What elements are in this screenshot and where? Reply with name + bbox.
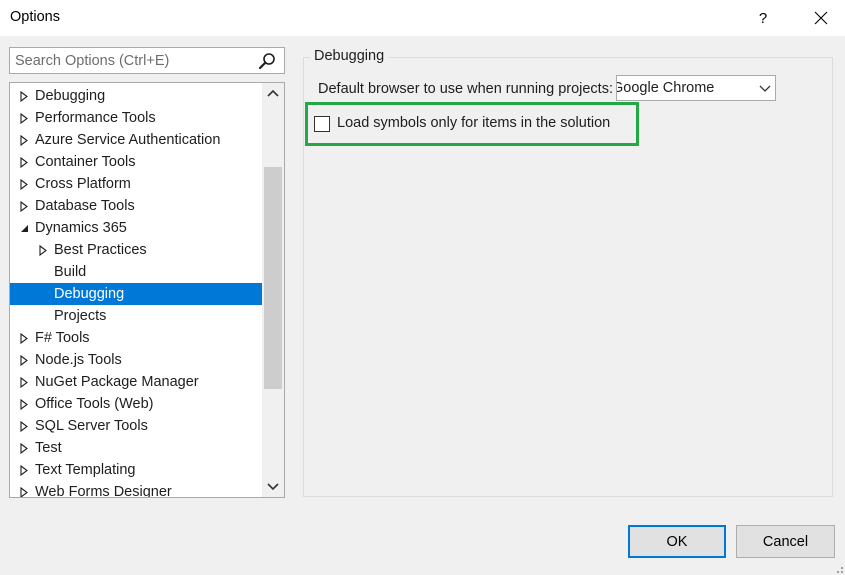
close-button[interactable] xyxy=(796,0,845,36)
scroll-down-button[interactable] xyxy=(262,477,284,497)
tree-item-label: Test xyxy=(35,440,62,456)
chevron-down-icon xyxy=(759,85,771,92)
search-input[interactable] xyxy=(10,48,254,73)
tree-item[interactable]: SQL Server Tools xyxy=(10,415,263,437)
tree-item[interactable]: Node.js Tools xyxy=(10,349,263,371)
tree-list: Debugging Performance Tools Azure Service … xyxy=(10,85,263,498)
tree-item[interactable]: Container Tools xyxy=(10,151,263,173)
tree-item-label: NuGet Package Manager xyxy=(35,374,199,390)
tree-item[interactable]: Web Forms Designer xyxy=(10,481,263,498)
window-title: Options xyxy=(10,9,60,25)
tree-item[interactable]: NuGet Package Manager xyxy=(10,371,263,393)
collapsed-arrow-icon[interactable] xyxy=(18,151,30,173)
collapsed-arrow-icon[interactable] xyxy=(18,415,30,437)
tree-item-label: Performance Tools xyxy=(35,110,156,126)
tree-item[interactable]: Office Tools (Web) xyxy=(10,393,263,415)
chevron-down-icon xyxy=(267,483,279,491)
default-browser-label: Default browser to use when running proj… xyxy=(318,81,613,97)
resize-grip-icon[interactable] xyxy=(832,562,844,574)
tree-item-label: Dynamics 365 xyxy=(35,220,127,236)
tree-item-label: Projects xyxy=(54,308,107,324)
tree-item-label: Node.js Tools xyxy=(35,352,122,368)
tree-item[interactable]: Best Practices xyxy=(10,239,263,261)
collapsed-arrow-icon[interactable] xyxy=(18,107,30,129)
tree-item-label: Office Tools (Web) xyxy=(35,396,154,412)
chevron-up-icon xyxy=(267,89,279,97)
load-symbols-checkbox[interactable] xyxy=(314,116,330,132)
collapsed-arrow-icon[interactable] xyxy=(18,371,30,393)
help-button[interactable]: ? xyxy=(740,0,786,36)
collapsed-arrow-icon[interactable] xyxy=(18,459,30,481)
tree-item-label: Debugging xyxy=(54,286,125,302)
expanded-arrow-icon[interactable] xyxy=(18,217,30,239)
tree-item[interactable]: Debugging xyxy=(10,283,263,305)
options-tree: Debugging Performance Tools Azure Service … xyxy=(9,82,285,498)
search-icon[interactable] xyxy=(254,49,280,73)
collapsed-arrow-icon[interactable] xyxy=(18,195,30,217)
tree-item-label: Debugging xyxy=(35,88,106,104)
tree-item-label: Web Forms Designer xyxy=(35,484,172,498)
tree-item-label: SQL Server Tools xyxy=(35,418,148,434)
tree-item-label: Best Practices xyxy=(54,242,147,258)
collapsed-arrow-icon[interactable] xyxy=(18,173,30,195)
collapsed-arrow-icon[interactable] xyxy=(18,327,30,349)
tree-item-label: F# Tools xyxy=(35,330,90,346)
tree-item[interactable]: Database Tools xyxy=(10,195,263,217)
close-icon xyxy=(814,11,827,25)
ok-button[interactable]: OK xyxy=(628,525,726,558)
cancel-button[interactable]: Cancel xyxy=(736,525,835,558)
tree-item[interactable]: F# Tools xyxy=(10,327,263,349)
collapsed-arrow-icon[interactable] xyxy=(18,437,30,459)
tree-item[interactable]: Build xyxy=(10,261,263,283)
tree-item-label: Text Templating xyxy=(35,462,136,478)
tree-scrollbar[interactable] xyxy=(262,83,284,497)
tree-item[interactable]: Azure Service Authentication xyxy=(10,129,263,151)
tree-item[interactable]: Dynamics 365 xyxy=(10,217,263,239)
collapsed-arrow-icon[interactable] xyxy=(18,85,30,107)
tree-item-label: Container Tools xyxy=(35,154,136,170)
tree-item-label: Azure Service Authentication xyxy=(35,132,221,148)
tree-item-label: Build xyxy=(54,264,87,280)
load-symbols-label[interactable]: Load symbols only for items in the solut… xyxy=(337,115,610,131)
tree-item[interactable]: Debugging xyxy=(10,85,263,107)
default-browser-value: Google Chrome xyxy=(616,80,715,96)
collapsed-arrow-icon[interactable] xyxy=(18,129,30,151)
title-bar: Options ? xyxy=(0,0,845,36)
collapsed-arrow-icon[interactable] xyxy=(18,393,30,415)
tree-item[interactable]: Text Templating xyxy=(10,459,263,481)
collapsed-arrow-icon[interactable] xyxy=(37,239,49,261)
tree-item[interactable]: Performance Tools xyxy=(10,107,263,129)
tree-item[interactable]: Cross Platform xyxy=(10,173,263,195)
tree-item[interactable]: Projects xyxy=(10,305,263,327)
tree-item-label: Database Tools xyxy=(35,198,135,214)
collapsed-arrow-icon[interactable] xyxy=(18,481,30,497)
collapsed-arrow-icon[interactable] xyxy=(18,349,30,371)
scroll-up-button[interactable] xyxy=(262,83,284,103)
tree-item[interactable]: Test xyxy=(10,437,263,459)
default-browser-select[interactable]: Google Chrome xyxy=(616,75,776,101)
scroll-thumb[interactable] xyxy=(264,167,282,389)
search-box xyxy=(9,47,285,74)
tree-item-label: Cross Platform xyxy=(35,176,131,192)
group-title: Debugging xyxy=(310,48,389,64)
